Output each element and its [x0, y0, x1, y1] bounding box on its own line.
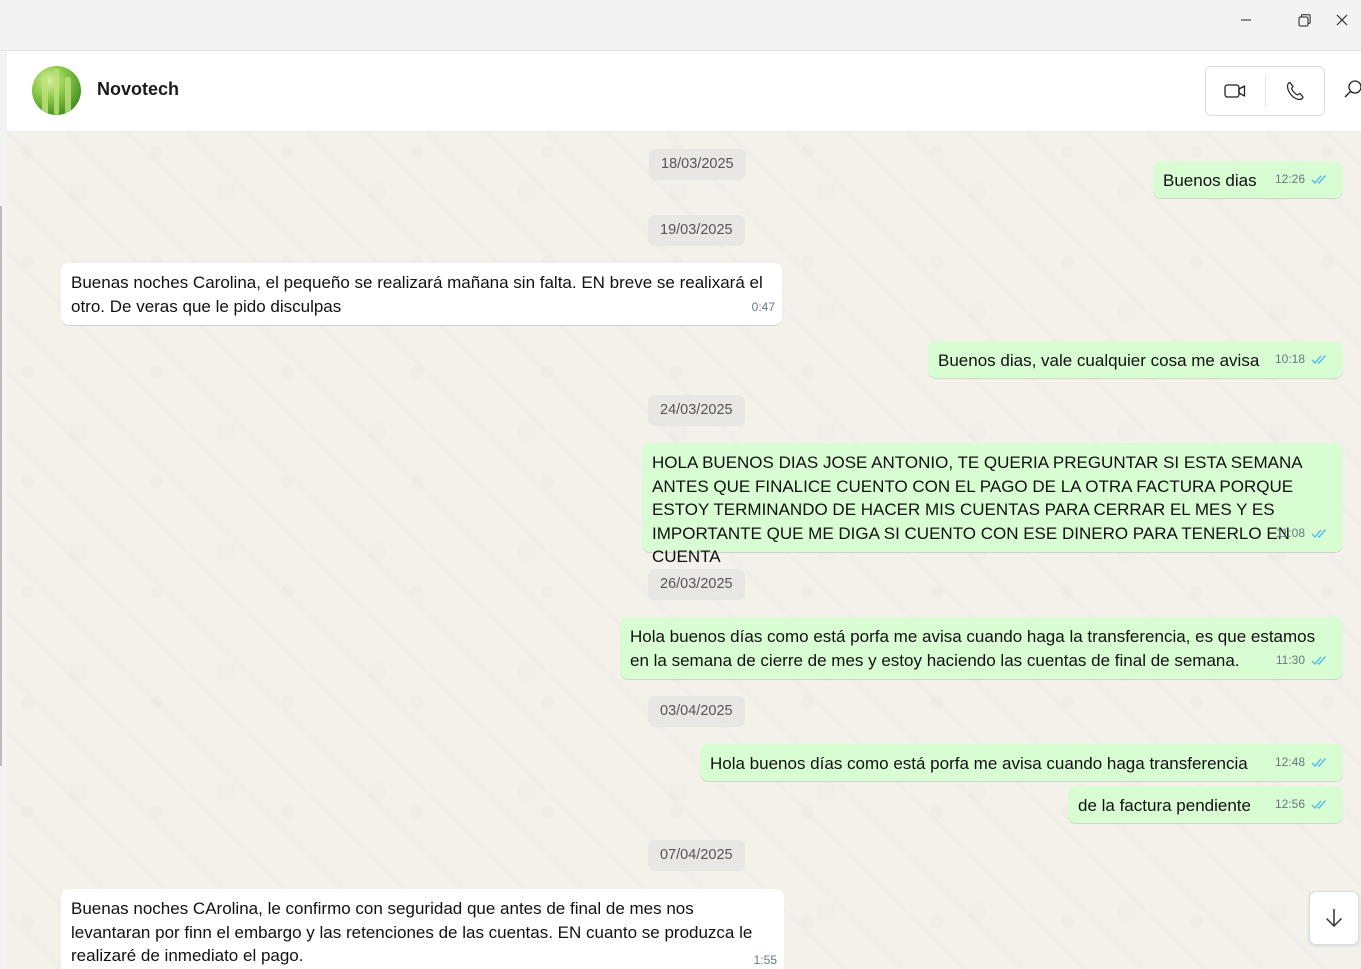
left-pane-edge	[0, 51, 6, 969]
date-separator: 19/03/2025	[648, 215, 745, 245]
message-time: 12:48	[1274, 754, 1305, 769]
double-check-read-icon	[1311, 174, 1327, 184]
pane-divider	[0, 206, 2, 766]
restore-button[interactable]	[1281, 0, 1327, 40]
message-text: Buenas noches Carolina, el pequeño se re…	[71, 273, 763, 316]
restore-icon	[1298, 13, 1311, 26]
message-text: Buenos dias	[1163, 171, 1257, 190]
message-time: 0:47	[751, 299, 775, 314]
window-titlebar	[0, 0, 1361, 51]
arrow-down-icon	[1325, 909, 1343, 927]
message-time: 11:08	[1275, 525, 1305, 540]
message-text: Buenos dias, vale cualquier cosa me avis…	[938, 351, 1260, 370]
chat-header: Novotech	[7, 51, 1361, 132]
voice-call-icon	[1286, 81, 1304, 101]
double-check-read-icon	[1311, 757, 1327, 767]
avatar[interactable]	[32, 66, 81, 115]
message-time: 10:18	[1274, 351, 1305, 366]
date-separator: 24/03/2025	[648, 395, 745, 425]
outgoing-message[interactable]: Buenos dias, vale cualquier cosa me avis…	[928, 341, 1343, 378]
message-text: Hola buenos días como está porfa me avis…	[630, 627, 1316, 670]
outgoing-message[interactable]: Hola buenos días como está porfa me avis…	[700, 744, 1343, 781]
outgoing-message[interactable]: de la factura pendiente 12:56	[1068, 786, 1343, 823]
message-time: 1:55	[753, 952, 777, 967]
search-icon	[1344, 80, 1361, 98]
message-text: Buenas noches CArolina, le confirmo con …	[71, 899, 753, 965]
close-icon	[1336, 14, 1348, 26]
double-check-read-icon	[1311, 354, 1327, 364]
message-list[interactable]: 18/03/2025 Buenos dias 12:26 19/03/2025 …	[7, 132, 1361, 969]
minimize-icon	[1241, 19, 1251, 21]
outgoing-message[interactable]: Hola buenos días como está porfa me avis…	[620, 617, 1343, 679]
message-time: 11:30	[1275, 652, 1305, 667]
minimize-button[interactable]	[1223, 0, 1269, 40]
message-text: Hola buenos días como está porfa me avis…	[710, 754, 1248, 773]
voice-call-button[interactable]	[1266, 67, 1325, 115]
message-text: HOLA BUENOS DIAS JOSE ANTONIO, TE QUERIA…	[652, 453, 1302, 566]
date-separator: 18/03/2025	[649, 149, 746, 179]
search-button[interactable]	[1343, 79, 1361, 103]
message-text: de la factura pendiente	[1078, 796, 1251, 815]
message-time: 12:56	[1274, 796, 1305, 811]
contact-name[interactable]: Novotech	[97, 79, 179, 100]
double-check-read-icon	[1311, 528, 1327, 538]
incoming-message[interactable]: Buenas noches Carolina, el pequeño se re…	[61, 263, 782, 325]
double-check-read-icon	[1311, 655, 1327, 665]
double-check-read-icon	[1311, 799, 1327, 809]
date-separator: 03/04/2025	[648, 696, 745, 726]
incoming-message[interactable]: Buenas noches CArolina, le confirmo con …	[61, 889, 784, 969]
outgoing-message[interactable]: Buenos dias 12:26	[1153, 161, 1343, 198]
scroll-to-bottom-button[interactable]	[1309, 891, 1359, 945]
video-call-button[interactable]	[1206, 67, 1265, 115]
close-button[interactable]	[1336, 0, 1361, 40]
video-call-icon	[1224, 84, 1246, 98]
call-button-group	[1205, 66, 1325, 116]
outgoing-message[interactable]: HOLA BUENOS DIAS JOSE ANTONIO, TE QUERIA…	[642, 443, 1343, 566]
message-time: 12:26	[1274, 171, 1305, 186]
date-separator: 07/04/2025	[648, 840, 745, 870]
date-separator: 26/03/2025	[648, 569, 745, 599]
